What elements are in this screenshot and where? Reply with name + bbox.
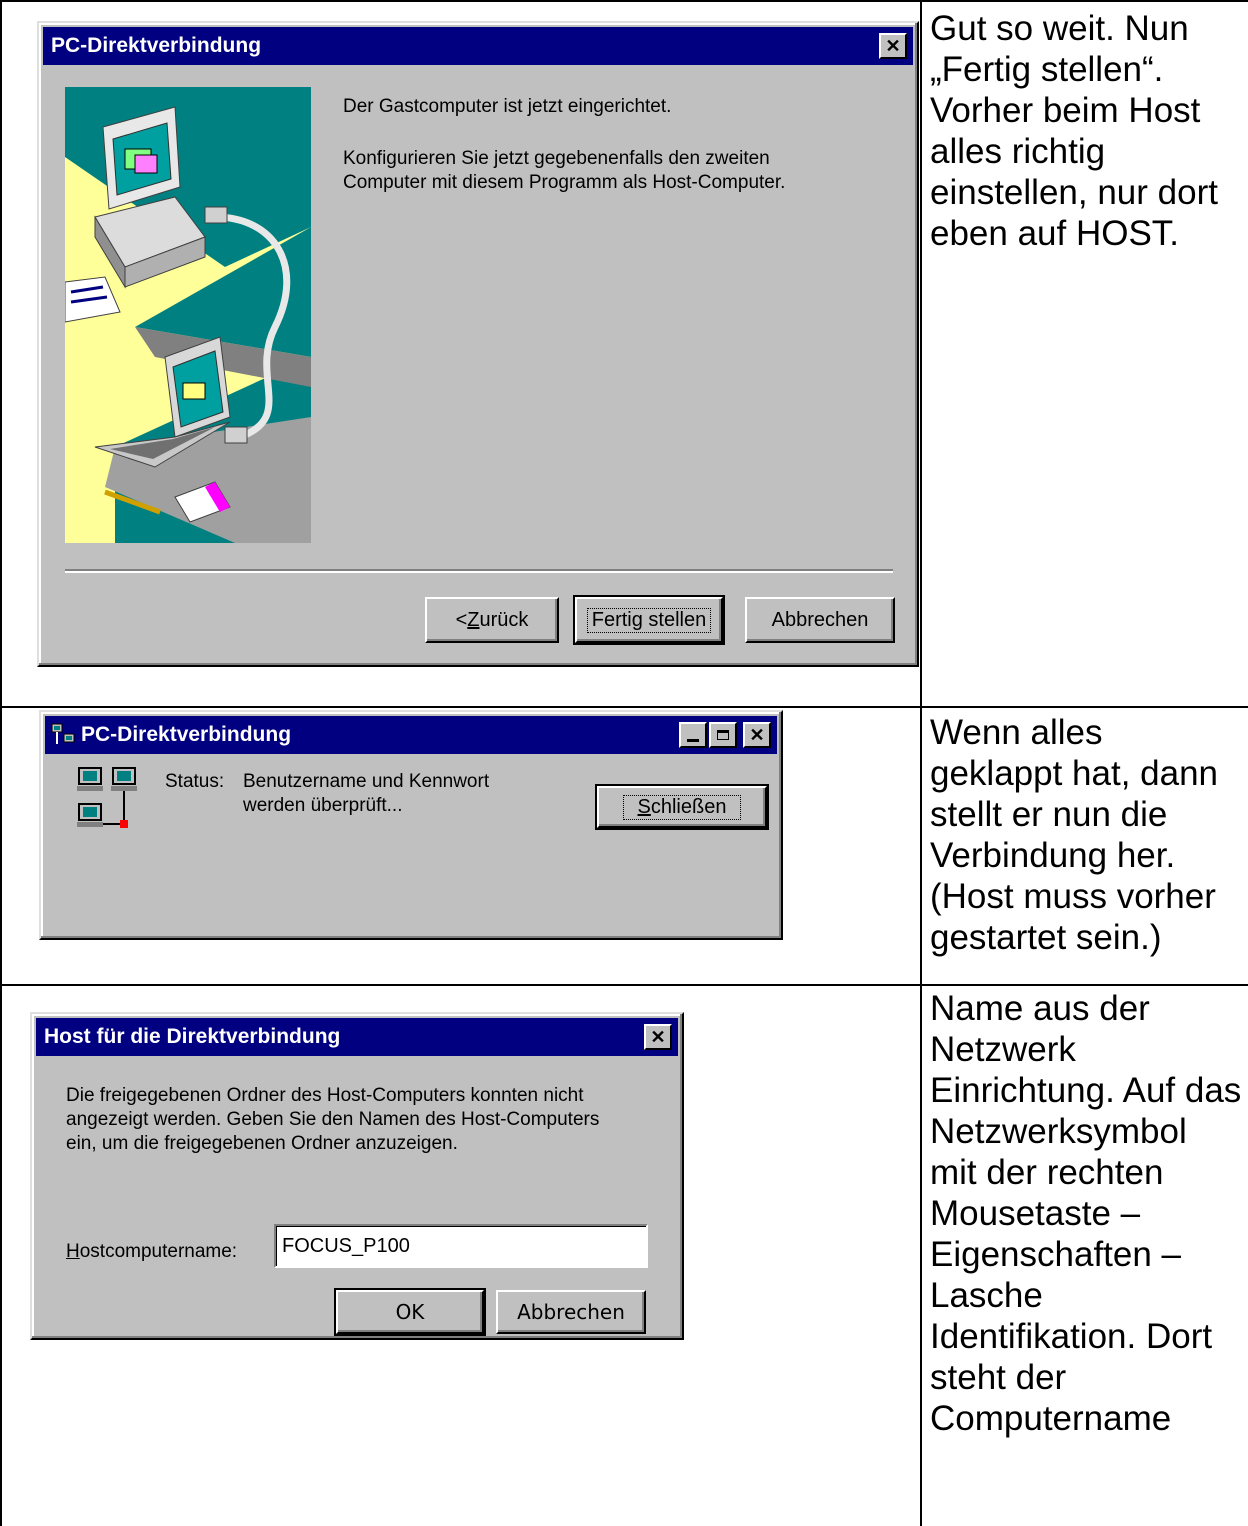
wizard-titlebar[interactable]: PC-Direktverbindung ✕	[43, 27, 913, 65]
hostname-label-hotkey: H	[66, 1241, 80, 1262]
hostname-label-rest: ostcomputername:	[79, 1241, 238, 1262]
finish-button[interactable]: Fertig stellen	[573, 595, 725, 645]
host-cancel-button[interactable]: Abbrechen	[496, 1290, 646, 1334]
table-border-left	[0, 0, 2, 1526]
host-message: Die freigegebenen Ordner des Host-Comput…	[66, 1085, 600, 1154]
hostname-input[interactable]: FOCUS_P100	[274, 1224, 648, 1268]
table-border-top	[0, 0, 1248, 2]
hostname-label: Hostcomputername:	[66, 1240, 237, 1264]
wizard-title: PC-Direktverbindung	[51, 34, 262, 57]
cancel-button[interactable]: Abbrechen	[745, 597, 895, 643]
host-title: Host für die Direktverbindung	[44, 1025, 341, 1048]
close-icon[interactable]: ✕	[644, 1024, 672, 1050]
network-computers-icon	[77, 767, 137, 828]
row3-note: Name aus der Netzwerk Einrichtung. Auf d…	[930, 989, 1242, 1438]
back-button-rest: urück	[479, 608, 529, 631]
back-button-hotkey: Z	[467, 608, 480, 631]
status-dialog: PC-Direktverbindung ✕ Status: Benutzerna…	[39, 710, 783, 940]
row1-note: Gut so weit. Nun „Fertig stellen“. Vorhe…	[930, 9, 1218, 253]
cancel-button-label: Abbrechen	[771, 608, 869, 631]
ok-button[interactable]: OK	[334, 1288, 486, 1336]
row2-note: Wenn alles geklappt hat, dann stellt er …	[930, 713, 1219, 957]
host-titlebar[interactable]: Host für die Direktverbindung ✕	[36, 1018, 678, 1056]
back-button-prefix: <	[455, 608, 468, 631]
finish-button-label: Fertig stellen	[586, 607, 712, 633]
table-row-divider-1	[0, 706, 1248, 708]
close-icon[interactable]: ✕	[743, 722, 771, 748]
wizard-dialog: PC-Direktverbindung ✕ Der Gastcomputer i…	[37, 21, 919, 667]
close-button-hotkey: S	[637, 795, 651, 818]
wizard-illustration	[65, 87, 311, 543]
ok-button-label: OK	[395, 1300, 425, 1324]
wizard-separator	[65, 569, 893, 573]
close-button[interactable]: Schließen	[595, 784, 769, 830]
minimize-icon[interactable]	[679, 722, 707, 748]
status-titlebar[interactable]: PC-Direktverbindung ✕	[45, 716, 777, 754]
wizard-message-2: Konfigurieren Sie jetzt gegebenenfalls d…	[343, 148, 786, 193]
close-icon[interactable]: ✕	[879, 33, 907, 59]
host-cancel-button-label: Abbrechen	[517, 1300, 625, 1324]
back-button[interactable]: < Zurück	[425, 597, 559, 643]
table-row-divider-2	[0, 984, 1248, 986]
dcc-app-icon	[51, 723, 75, 744]
wizard-message-1: Der Gastcomputer ist jetzt eingerichtet.	[343, 96, 672, 117]
maximize-icon[interactable]	[709, 722, 737, 748]
close-button-rest: chließen	[650, 795, 727, 818]
status-text: Benutzername und Kennwort werden überprü…	[243, 771, 490, 816]
status-label: Status:	[165, 771, 225, 792]
table-column-divider	[920, 0, 922, 1526]
status-title: PC-Direktverbindung	[81, 723, 292, 746]
